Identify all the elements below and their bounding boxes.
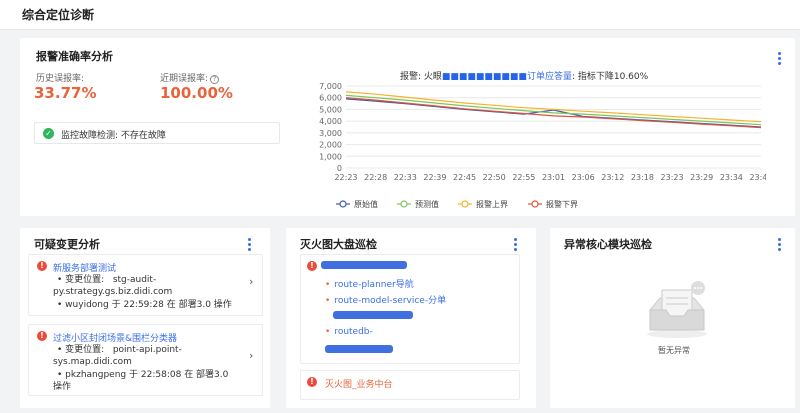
change-item-title[interactable]: 新服务部署测试 [53, 261, 116, 274]
x-tick-label: 23:12 [601, 173, 624, 182]
fire-item-panel-2: ! 灭火图_业务中台 [300, 370, 520, 400]
x-tick-label: 22:28 [364, 173, 387, 182]
page-title: 综合定位诊断 [22, 8, 95, 22]
kebab-menu-icon[interactable] [514, 238, 518, 253]
empty-inbox-icon [647, 281, 707, 338]
y-tick-label: 0 [337, 164, 342, 173]
change-item-location: • 变更位置: point-api.point- [57, 345, 182, 355]
monitor-status-box: ✓ 监控故障检测: 不存在故障 [34, 122, 280, 144]
legend-marker [461, 200, 469, 208]
fire-link-1[interactable]: • route-planner导航 [325, 277, 414, 290]
y-tick-label: 2,000 [319, 141, 342, 150]
change-item-operator-cont: 操作 [53, 382, 72, 392]
alarm-card-title: 报警准确率分析 [36, 50, 113, 63]
abnormal-modules-card: 异常核心模块巡检 暂无异常 [550, 228, 795, 408]
x-tick-label: 22:23 [334, 173, 357, 182]
x-tick-label: 23:29 [690, 173, 713, 182]
x-tick-label: 22:39 [423, 173, 446, 182]
series-line-3 [345, 91, 762, 123]
x-tick-label: 22:45 [453, 173, 476, 182]
change-analysis-card: 可疑变更分析 ! 新服务部署测试 • 变更位置: stg-audit- py.s… [20, 228, 270, 408]
fire-item-panel: ! • route-planner导航 • route-model-service-… [300, 254, 520, 364]
x-tick-label: 23:01 [542, 173, 565, 182]
alarm-line-chart: 0 1,000 2,000 3,000 4,000 5,000 6,000 7,000 22:2… [319, 82, 766, 209]
legend-marker [400, 200, 408, 208]
y-tick-label: 4,000 [319, 117, 342, 126]
y-tick-label: 1,000 [319, 152, 342, 161]
chevron-right-icon[interactable]: › [249, 349, 253, 362]
redacted-text [333, 311, 413, 319]
monitor-status-text: 监控故障检测: 不存在故障 [61, 131, 166, 141]
kebab-menu-icon[interactable] [778, 52, 782, 67]
fire-bottom-item[interactable]: 灭火图_业务中台 [325, 377, 393, 390]
history-rate-label: 历史误报率: [36, 74, 85, 84]
legend-label: 预测值 [415, 199, 439, 209]
y-tick-label: 6,000 [319, 94, 342, 103]
x-tick-label: 23:40 [749, 173, 766, 182]
change-item-operator: • wuyidong 于 22:59:28 在 部署3.0 操作 [57, 300, 232, 310]
change-item-2[interactable]: ! 过滤小区封闭场景&围栏分类器 • 变更位置: point-api.point… [28, 324, 263, 396]
legend-marker [531, 200, 539, 208]
history-rate-value: 33.77% [34, 84, 97, 102]
top-bar: 综合定位诊断 [0, 0, 800, 30]
check-circle-icon: ✓ [43, 128, 54, 139]
fire-map-card: 灭火图大盘巡检 ! • route-planner导航 • route-model-… [286, 228, 536, 408]
recent-rate-value: 100.00% [160, 84, 233, 102]
x-tick-label: 23:18 [631, 173, 654, 182]
kebab-menu-icon[interactable] [248, 238, 252, 253]
y-tick-label: 7,000 [319, 82, 342, 91]
legend-label: 原始值 [354, 199, 378, 209]
change-item-location-cont: py.strategy.gs.biz.didi.com [53, 287, 173, 297]
fire-card-title: 灭火图大盘巡检 [300, 238, 377, 251]
change-item-operator: • pkzhangpeng 于 22:58:08 在 部署3.0 [57, 370, 229, 380]
fire-link-3[interactable]: • routedb- [325, 327, 373, 337]
recent-rate-label: 近期误报率:? [160, 71, 220, 84]
warning-icon: ! [37, 331, 47, 341]
warning-icon: ! [37, 261, 47, 271]
legend-marker [339, 200, 347, 208]
redacted-text [325, 345, 393, 353]
x-tick-label: 22:33 [394, 173, 417, 182]
chart-title: 报警: 火眼■■■■■■■■■■订单应答量: 指标下降10.60% [400, 72, 649, 82]
warning-icon: ! [307, 261, 317, 271]
change-item-1[interactable]: ! 新服务部署测试 • 变更位置: stg-audit- py.strategy… [28, 254, 263, 316]
change-card-title: 可疑变更分析 [34, 238, 100, 251]
change-item-location: • 变更位置: stg-audit- [57, 275, 157, 285]
legend-label: 报警上界 [476, 199, 508, 209]
chevron-right-icon[interactable]: › [249, 275, 253, 288]
y-tick-label: 5,000 [319, 105, 342, 114]
legend-label: 报警下界 [546, 199, 578, 209]
x-tick-label: 23:23 [661, 173, 684, 182]
y-tick-label: 3,000 [319, 129, 342, 138]
help-icon[interactable]: ? [210, 75, 220, 84]
x-tick-label: 22:55 [512, 173, 535, 182]
redacted-text [321, 261, 407, 269]
change-item-title[interactable]: 过滤小区封闭场景&围栏分类器 [53, 331, 177, 344]
x-tick-label: 23:06 [572, 173, 595, 182]
empty-text: 暂无异常 [658, 346, 690, 355]
abnormal-card-title: 异常核心模块巡检 [564, 238, 652, 251]
change-item-location-cont: sys.map.didi.com [53, 357, 132, 367]
alarm-accuracy-card: 报警准确率分析 历史误报率: 33.77% 近期误报率:? 100.00% ✓ … [20, 38, 795, 216]
fire-link-2[interactable]: • route-model-service-分单 [325, 293, 446, 306]
x-tick-label: 22:50 [483, 173, 506, 182]
warning-icon: ! [307, 377, 317, 387]
kebab-menu-icon[interactable] [778, 238, 782, 253]
x-tick-label: 23:34 [720, 173, 743, 182]
